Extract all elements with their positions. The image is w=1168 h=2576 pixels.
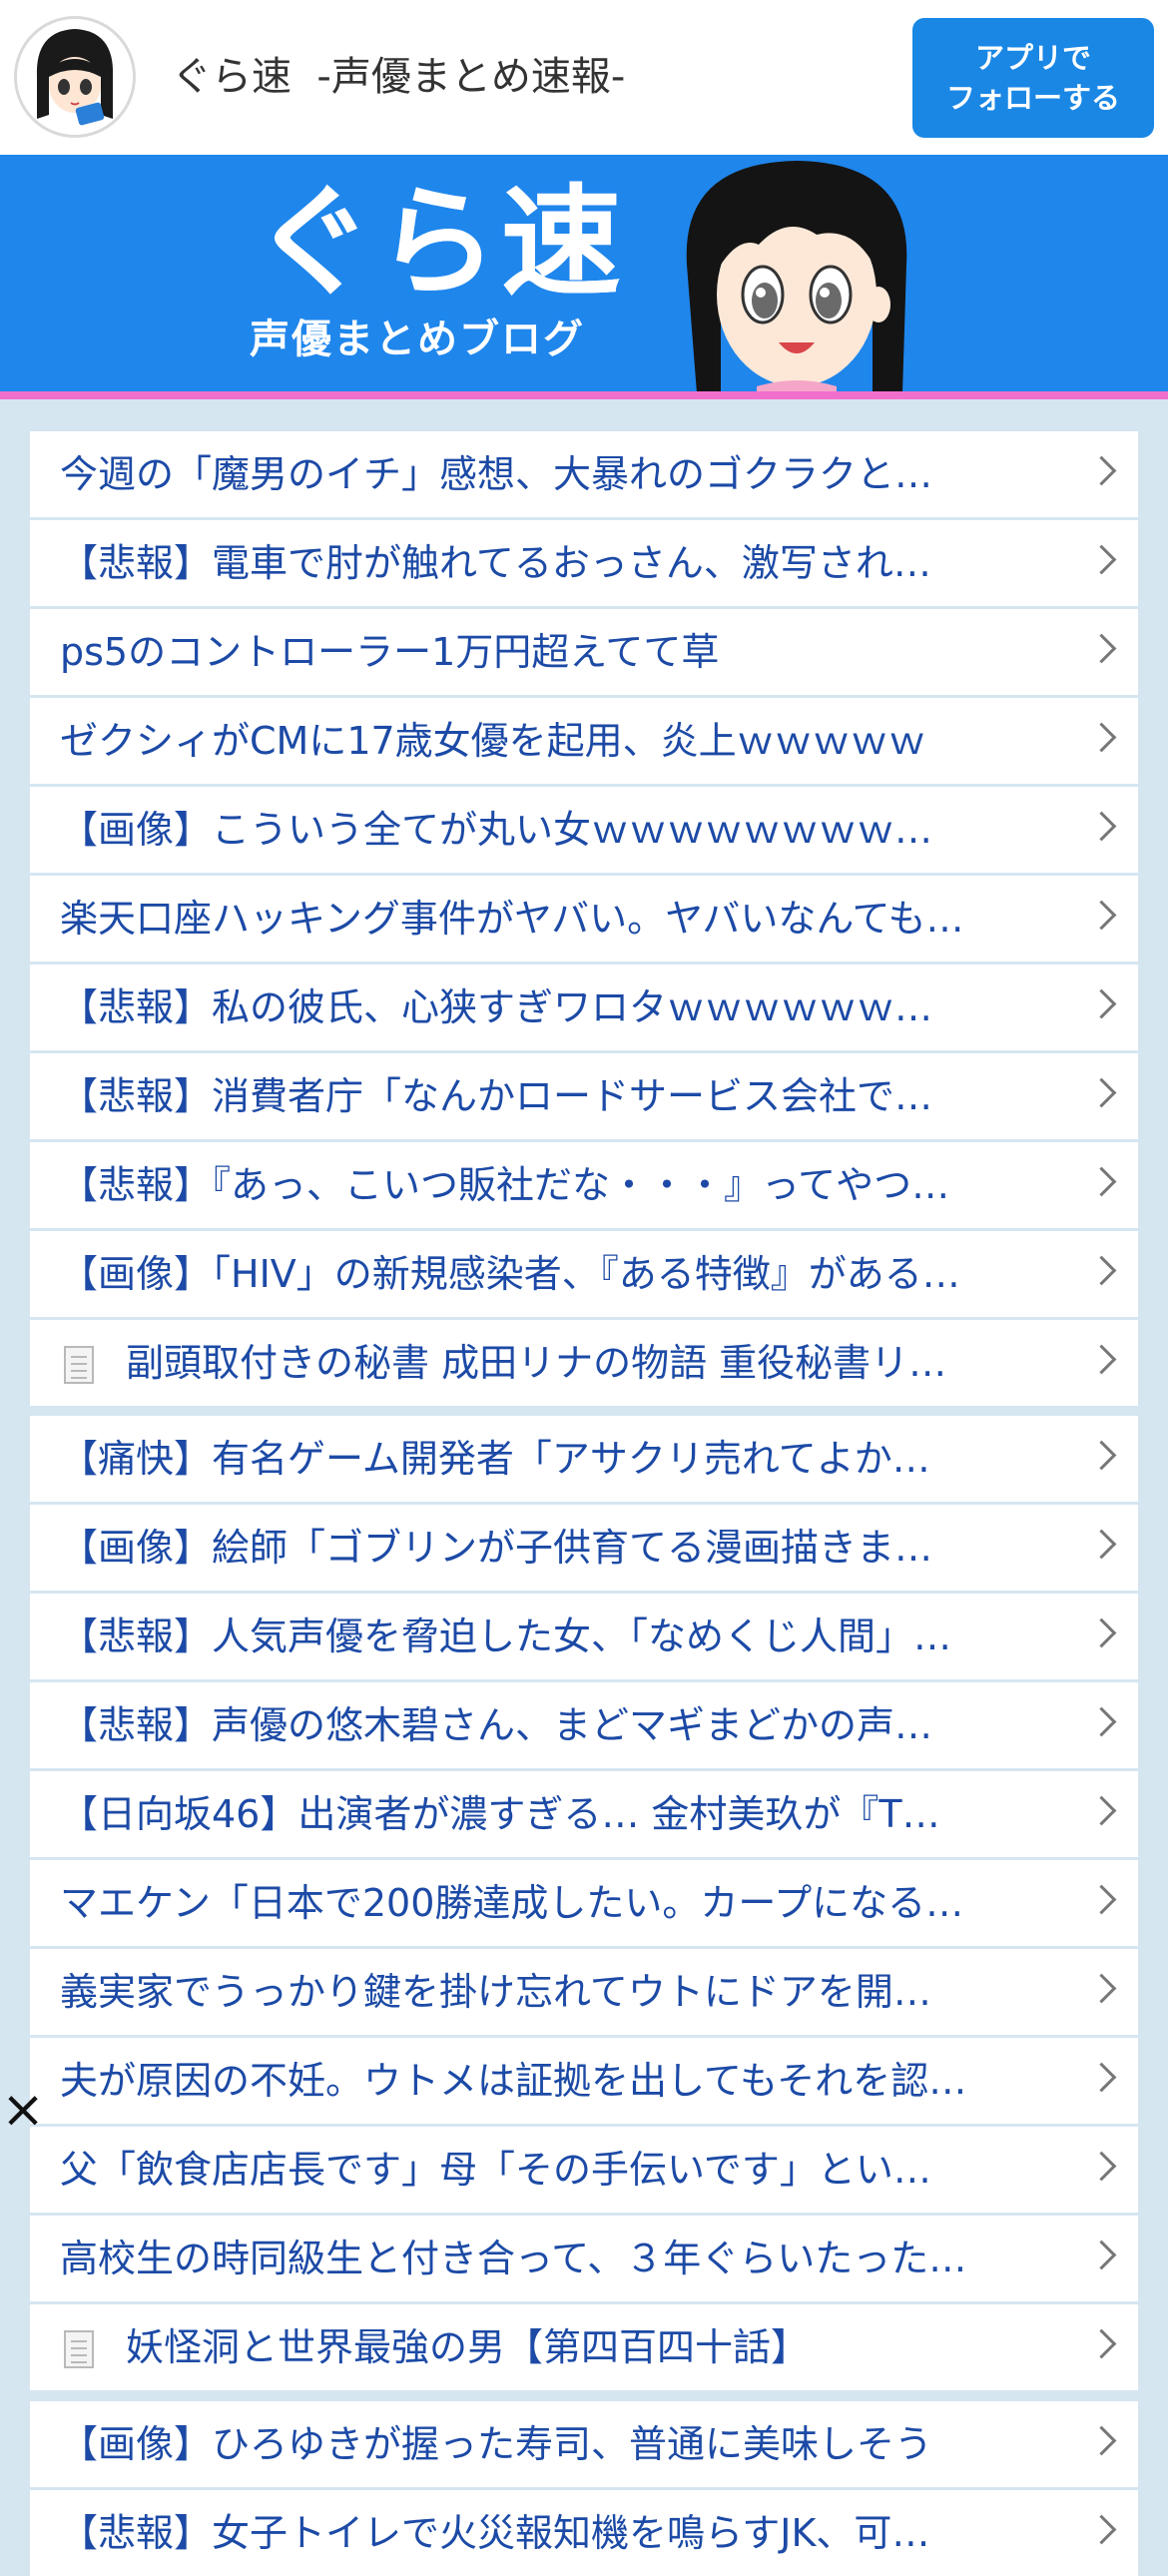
article-title: 【悲報】女子トイレで火災報知機を鳴らすJK、可… xyxy=(60,2511,930,2555)
article-row[interactable]: ps5のコントローラー1万円超えてて草 xyxy=(30,609,1138,698)
chevron-right-icon xyxy=(1086,1255,1117,1286)
article-title: 副頭取付きの秘書 成田リナの物語 重役秘書リ… xyxy=(126,1341,947,1385)
article-title: ps5のコントローラー1万円超えてて草 xyxy=(60,630,720,674)
article-row[interactable]: 【画像】ひろゆきが握った寿司、普通に美味しそう xyxy=(30,2401,1138,2490)
article-list-1: 今週の「魔男のイチ」感想、大暴れのゴクラクと… 【悲報】電車で肘が触れてるおっさん… xyxy=(30,431,1138,1406)
chevron-right-icon xyxy=(1086,1617,1117,1648)
article-row[interactable]: 【痛快】有名ゲーム開発者「アサクリ売れてよか… xyxy=(30,1416,1138,1505)
article-row[interactable]: 夫が原因の不妊。ウトメは証拠を出してもそれを認… xyxy=(30,2038,1138,2127)
banner-logo: ぐら速 xyxy=(254,174,625,313)
document-icon xyxy=(64,2330,94,2368)
chevron-right-icon xyxy=(1086,1706,1117,1737)
chevron-right-icon xyxy=(1086,2425,1117,2456)
article-row[interactable]: 【悲報】人気声優を脅迫した女、「なめくじ人間」… xyxy=(30,1594,1138,1682)
article-row[interactable]: 【悲報】『あっ、こいつ販社だな・・・』ってやつ… xyxy=(30,1142,1138,1231)
chevron-right-icon xyxy=(1086,2151,1117,2182)
chevron-right-icon xyxy=(1086,900,1117,931)
article-title: 【悲報】私の彼氏、心狭すぎワロタｗｗｗｗｗｗ… xyxy=(60,985,933,1029)
article-row[interactable]: 妖怪洞と世界最強の男【第四百四十話】 xyxy=(30,2304,1138,2390)
chevron-right-icon xyxy=(1086,544,1117,575)
article-title: 今週の「魔男のイチ」感想、大暴れのゴクラクと… xyxy=(60,452,933,496)
banner-subtitle: 声優まとめブログ xyxy=(250,317,585,362)
article-title: 義実家でうっかり鍵を掛け忘れてウトにドアを開… xyxy=(60,1970,931,2014)
article-row[interactable]: 【悲報】私の彼氏、心狭すぎワロタｗｗｗｗｗｗ… xyxy=(30,965,1138,1053)
close-icon[interactable]: × xyxy=(0,2084,46,2136)
site-avatar[interactable] xyxy=(14,16,136,138)
article-row[interactable]: 【画像】こういう全てが丸い女ｗｗｗｗｗｗｗｗ… xyxy=(30,787,1138,876)
chevron-right-icon xyxy=(1086,1795,1117,1826)
article-title: 夫が原因の不妊。ウトメは証拠を出してもそれを認… xyxy=(60,2059,967,2103)
article-row[interactable]: 【画像】「HIV」の新規感染者、『ある特徴』がある… xyxy=(30,1231,1138,1320)
article-row[interactable]: マエケン「日本で200勝達成したい。カープになる… xyxy=(30,1860,1138,1949)
chevron-right-icon xyxy=(1086,1077,1117,1108)
article-row[interactable]: 父「飲食店店長です」母「その手伝いです」とい… xyxy=(30,2127,1138,2216)
article-title: 【痛快】有名ゲーム開発者「アサクリ売れてよか… xyxy=(60,1437,930,1481)
chevron-right-icon xyxy=(1086,1529,1117,1560)
article-row[interactable]: 副頭取付きの秘書 成田リナの物語 重役秘書リ… xyxy=(30,1320,1138,1406)
article-title: 【悲報】声優の悠木碧さん、まどマギまどかの声… xyxy=(60,1703,933,1747)
chevron-right-icon xyxy=(1086,1166,1117,1197)
article-row[interactable]: 高校生の時同級生と付き合って、３年ぐらいたった… xyxy=(30,2216,1138,2304)
article-title: マエケン「日本で200勝達成したい。カープになる… xyxy=(60,1881,964,1925)
chevron-right-icon xyxy=(1086,2062,1117,2093)
chevron-right-icon xyxy=(1086,455,1117,486)
article-title: 【悲報】消費者庁「なんかロードサービス会社で… xyxy=(60,1074,933,1118)
chevron-right-icon xyxy=(1086,633,1117,664)
article-list-2: 【痛快】有名ゲーム開発者「アサクリ売れてよか… 【画像】絵師「ゴブリンが子供育てる… xyxy=(30,1416,1138,2390)
article-title: 【画像】こういう全てが丸い女ｗｗｗｗｗｗｗｗ… xyxy=(60,808,933,852)
mascot-illustration xyxy=(686,161,907,393)
article-title: 【悲報】人気声優を脅迫した女、「なめくじ人間」… xyxy=(60,1614,952,1658)
article-row[interactable]: 今週の「魔男のイチ」感想、大暴れのゴクラクと… xyxy=(30,431,1138,520)
article-title: 【悲報】電車で肘が触れてるおっさん、激写され… xyxy=(60,541,931,585)
article-row[interactable]: 義実家でうっかり鍵を掛け忘れてウトにドアを開… xyxy=(30,1949,1138,2038)
article-list-3: 【画像】ひろゆきが握った寿司、普通に美味しそう 【悲報】女子トイレで火災報知機を鳴… xyxy=(30,2401,1138,2576)
article-title: 【画像】絵師「ゴブリンが子供育てる漫画描きま… xyxy=(60,1526,933,1570)
article-row[interactable]: 【悲報】声優の悠木碧さん、まどマギまどかの声… xyxy=(30,1682,1138,1771)
chevron-right-icon xyxy=(1086,988,1117,1019)
chevron-right-icon xyxy=(1086,1344,1117,1375)
app-header: ぐら速 -声優まとめ速報- アプリで フォローする xyxy=(0,0,1168,155)
chevron-right-icon xyxy=(1086,1440,1117,1471)
article-row[interactable]: 【悲報】女子トイレで火災報知機を鳴らすJK、可… xyxy=(30,2490,1138,2576)
article-row[interactable]: 【悲報】消費者庁「なんかロードサービス会社で… xyxy=(30,1053,1138,1142)
chevron-right-icon xyxy=(1086,2240,1117,2270)
article-row[interactable]: 楽天口座ハッキング事件がヤバい。ヤバいなんても… xyxy=(30,876,1138,965)
article-title: 【日向坂46】出演者が濃すぎる… 金村美玖が『T… xyxy=(60,1792,940,1836)
site-title: ぐら速 -声優まとめ速報- xyxy=(172,54,626,100)
document-icon xyxy=(64,1346,94,1384)
article-row[interactable]: 【悲報】電車で肘が触れてるおっさん、激写され… xyxy=(30,520,1138,609)
chevron-right-icon xyxy=(1086,2514,1117,2545)
article-title: 高校生の時同級生と付き合って、３年ぐらいたった… xyxy=(60,2237,967,2280)
site-banner[interactable]: ぐら速 声優まとめブログ xyxy=(0,155,1168,393)
article-row[interactable]: 【日向坂46】出演者が濃すぎる… 金村美玖が『T… xyxy=(30,1771,1138,1860)
chevron-right-icon xyxy=(1086,722,1117,753)
follow-button-line2: フォローする xyxy=(945,81,1120,115)
article-title: 【画像】ひろゆきが握った寿司、普通に美味しそう xyxy=(60,2422,933,2466)
article-title: 【悲報】『あっ、こいつ販社だな・・・』ってやつ… xyxy=(60,1163,950,1207)
chevron-right-icon xyxy=(1086,1973,1117,2004)
article-title: 【画像】「HIV」の新規感染者、『ある特徴』がある… xyxy=(60,1252,960,1296)
article-row[interactable]: 【画像】絵師「ゴブリンが子供育てる漫画描きま… xyxy=(30,1505,1138,1594)
follow-in-app-button[interactable]: アプリで フォローする xyxy=(912,18,1154,138)
chevron-right-icon xyxy=(1086,2328,1117,2359)
avatar-illustration xyxy=(17,19,133,135)
banner-stripe xyxy=(0,391,1168,399)
article-title: 楽天口座ハッキング事件がヤバい。ヤバいなんても… xyxy=(60,897,964,941)
chevron-right-icon xyxy=(1086,1884,1117,1915)
follow-button-line1: アプリで xyxy=(974,41,1091,75)
article-title: 妖怪洞と世界最強の男【第四百四十話】 xyxy=(126,2325,810,2369)
article-title: 父「飲食店店長です」母「その手伝いです」とい… xyxy=(60,2148,931,2192)
chevron-right-icon xyxy=(1086,811,1117,842)
article-row[interactable]: ゼクシィがCMに17歳女優を起用、炎上ｗｗｗｗｗ xyxy=(30,698,1138,787)
article-title: ゼクシィがCMに17歳女優を起用、炎上ｗｗｗｗｗ xyxy=(60,719,926,763)
